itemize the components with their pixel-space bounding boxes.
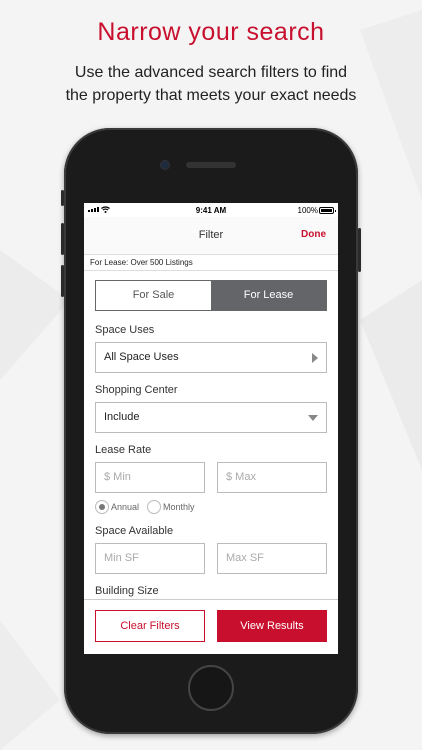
segment-for-sale[interactable]: For Sale [96, 281, 211, 310]
lease-rate-min-input[interactable]: $ Min [95, 462, 205, 493]
radio-annual-label: Annual [111, 502, 140, 512]
space-available-min-input[interactable]: Min SF [95, 543, 205, 574]
space-available-max-input[interactable]: Max SF [217, 543, 327, 574]
lease-rate-label: Lease Rate [95, 444, 152, 456]
radio-unselected-icon [147, 500, 162, 514]
segment-for-lease[interactable]: For Lease [211, 281, 326, 310]
camera-icon [161, 161, 169, 169]
home-button[interactable] [188, 665, 234, 711]
lease-rate-period-group: Annual Monthly [95, 500, 195, 514]
nav-bar: Filter Done [84, 217, 338, 254]
view-results-button[interactable]: View Results [217, 610, 327, 642]
phone-volume-down [61, 265, 64, 297]
phone-screen: 9:41 AM 100% Filter Done For Lease: Over… [84, 203, 338, 654]
space-uses-label: Space Uses [95, 324, 155, 336]
filter-form: For Sale For Lease Space Uses All Space … [84, 271, 338, 601]
radio-annual[interactable]: Annual [95, 500, 139, 514]
shopping-center-value: Include [104, 411, 140, 423]
speaker-grille [186, 162, 236, 168]
lease-rate-max-input[interactable]: $ Max [217, 462, 327, 493]
shopping-center-label: Shopping Center [95, 384, 178, 396]
promo-subhead-line2: the property that meets your exact needs [65, 87, 357, 104]
building-size-label: Building Size [95, 585, 159, 597]
listing-count-strip: For Lease: Over 500 Listings [84, 254, 338, 271]
phone-power-button [358, 228, 361, 272]
promo-subhead-line1: Use the advanced search filters to find [74, 64, 348, 81]
promo-headline: Narrow your search [97, 18, 325, 46]
battery-icon [319, 207, 336, 214]
filter-footer: Clear Filters View Results [84, 599, 338, 654]
status-bar: 9:41 AM 100% [84, 203, 338, 217]
listing-type-segmented-control: For Sale For Lease [95, 280, 327, 311]
nav-title: Filter [198, 229, 224, 241]
space-available-label: Space Available [95, 525, 174, 537]
space-uses-select[interactable]: All Space Uses [95, 342, 327, 373]
radio-selected-icon [95, 500, 109, 514]
battery-percent: 100% [297, 206, 318, 215]
promo-subhead: Use the advanced search filters to find … [0, 61, 422, 107]
shopping-center-select[interactable]: Include [95, 402, 327, 433]
phone-mute-switch [61, 190, 64, 206]
radio-monthly[interactable]: Monthly [147, 500, 195, 514]
chevron-down-icon [308, 415, 318, 421]
radio-monthly-label: Monthly [163, 502, 195, 512]
clear-filters-button[interactable]: Clear Filters [95, 610, 205, 642]
done-button[interactable]: Done [301, 229, 326, 240]
phone-volume-up [61, 223, 64, 255]
chevron-right-icon [312, 353, 318, 363]
space-uses-value: All Space Uses [104, 351, 179, 363]
